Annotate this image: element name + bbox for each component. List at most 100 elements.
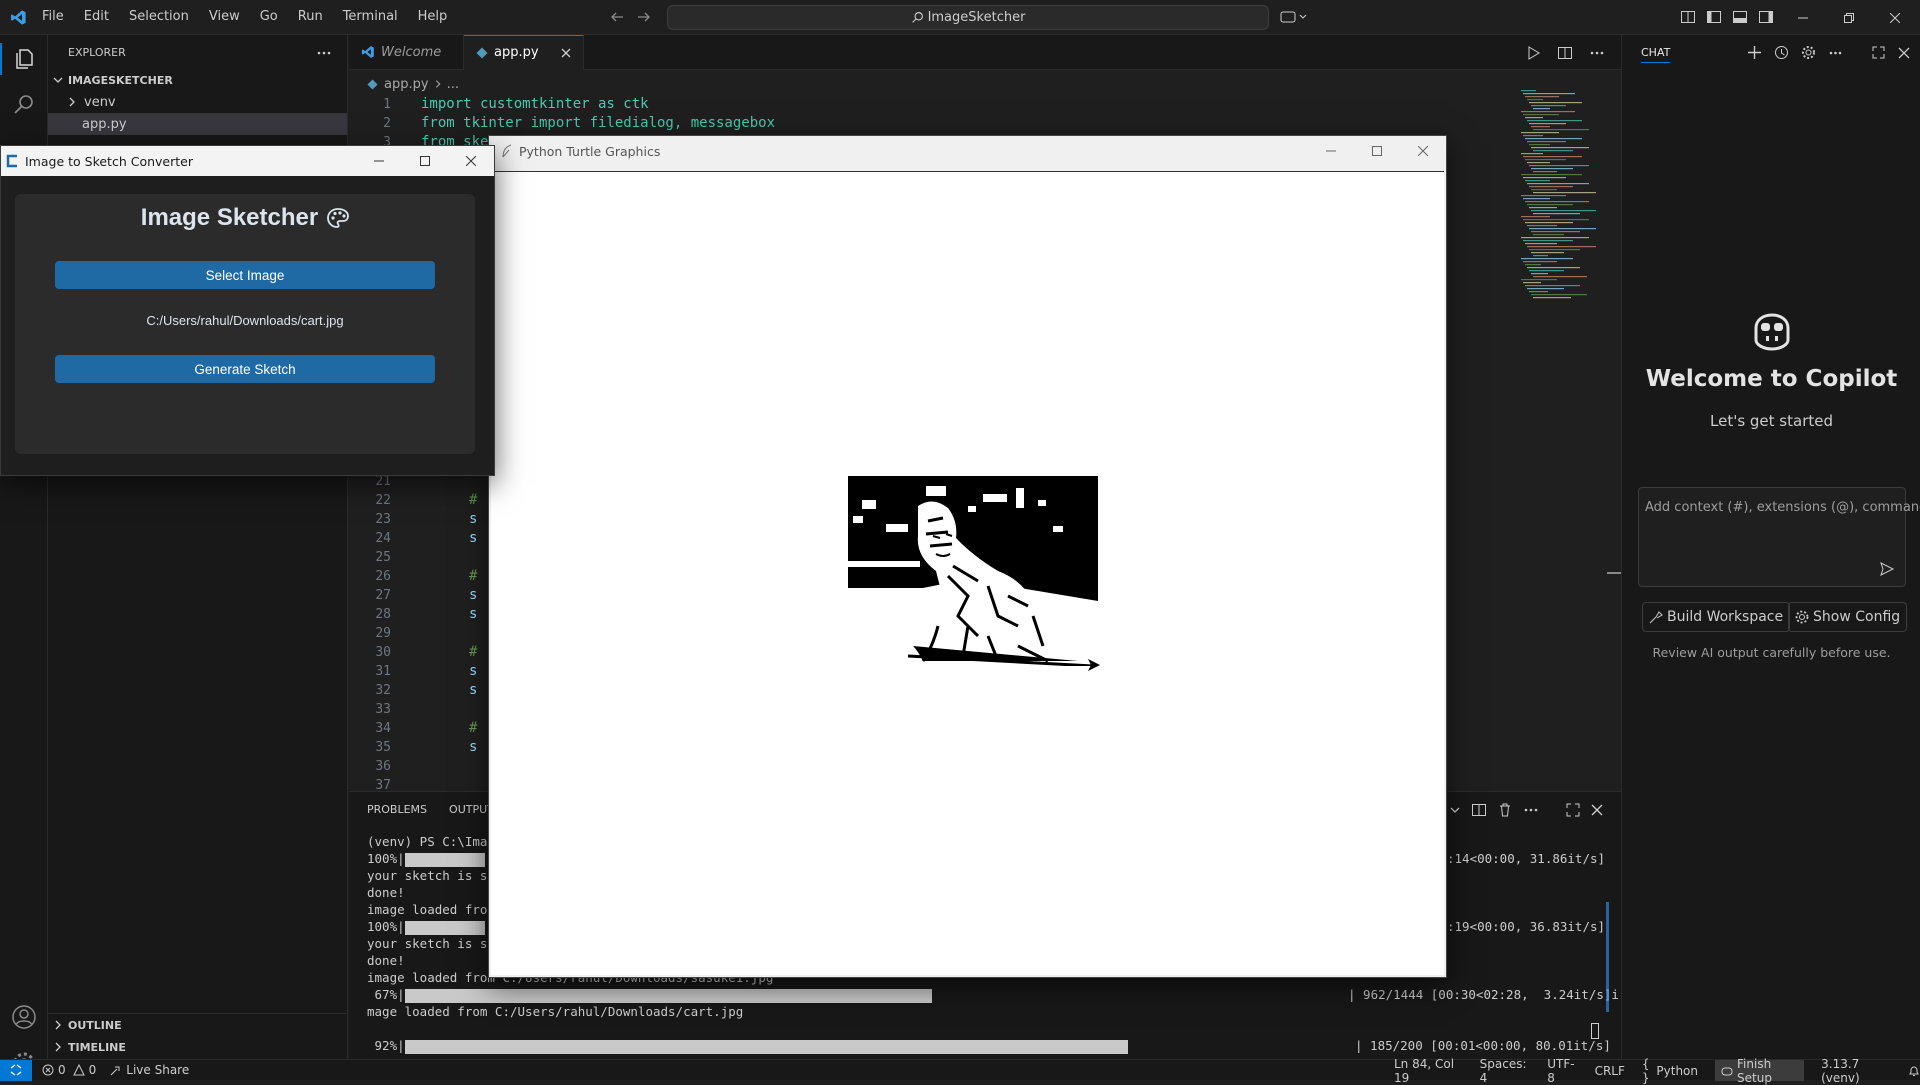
- trash-icon[interactable]: [1497, 802, 1513, 818]
- chevron-down-icon[interactable]: [1449, 804, 1461, 816]
- minimize-icon[interactable]: [1780, 0, 1826, 35]
- tree-item-label: venv: [84, 94, 116, 110]
- menu-view[interactable]: View: [209, 9, 240, 24]
- tab-problems[interactable]: PROBLEMS: [367, 803, 427, 816]
- close-icon[interactable]: [448, 146, 494, 176]
- minimap-line: [1529, 207, 1557, 209]
- problems-status[interactable]: 0 0: [42, 1063, 96, 1077]
- more-actions-icon[interactable]: [1828, 45, 1843, 60]
- remote-indicator[interactable]: [0, 1059, 32, 1081]
- code-text[interactable]: s: [469, 738, 477, 757]
- tab-welcome[interactable]: Welcome: [349, 34, 464, 70]
- history-icon[interactable]: [1774, 45, 1789, 60]
- code-text[interactable]: s: [469, 586, 477, 605]
- code-text[interactable]: s: [469, 529, 477, 548]
- line-ending[interactable]: CRLF: [1595, 1064, 1625, 1078]
- menu-go[interactable]: Go: [260, 9, 278, 24]
- code-text[interactable]: #: [469, 491, 477, 510]
- split-editor-icon[interactable]: [1557, 45, 1573, 61]
- chat-input[interactable]: Add context (#), extensions (@), command…: [1638, 487, 1920, 587]
- python-interpreter[interactable]: 3.13.7 (venv): [1821, 1057, 1891, 1085]
- maximize-panel-icon[interactable]: [1565, 802, 1581, 818]
- copilot-icon: [1721, 1065, 1733, 1077]
- chat-header[interactable]: CHAT: [1641, 46, 1671, 63]
- toggle-sidebar-icon[interactable]: [1706, 9, 1722, 25]
- generate-sketch-button[interactable]: Generate Sketch: [55, 355, 435, 383]
- menu-terminal[interactable]: Terminal: [343, 9, 398, 24]
- maximize-icon[interactable]: [402, 146, 448, 176]
- sketcher-titlebar[interactable]: Image to Sketch Converter: [1, 146, 494, 176]
- select-image-button[interactable]: Select Image: [55, 261, 435, 289]
- code-text[interactable]: s: [469, 681, 477, 700]
- close-panel-icon[interactable]: [1591, 804, 1603, 816]
- menu-run[interactable]: Run: [298, 9, 323, 24]
- minimize-icon[interactable]: [356, 146, 402, 176]
- back-arrow-icon[interactable]: [609, 9, 625, 25]
- menu-selection[interactable]: Selection: [129, 9, 189, 24]
- project-folder[interactable]: IMAGESKETCHER: [48, 69, 347, 91]
- language-mode[interactable]: { } Python: [1642, 1057, 1698, 1085]
- copilot-menu-icon[interactable]: [1280, 9, 1308, 25]
- toggle-panel-icon[interactable]: [1732, 9, 1748, 25]
- close-icon[interactable]: [1872, 0, 1918, 35]
- search-icon[interactable]: [12, 93, 36, 117]
- bell-icon[interactable]: [1908, 1065, 1920, 1077]
- run-icon[interactable]: [1525, 45, 1541, 61]
- restore-icon[interactable]: [1826, 0, 1872, 35]
- code-text[interactable]: #: [469, 643, 477, 662]
- outline-section[interactable]: OUTLINE: [48, 1014, 347, 1036]
- account-icon[interactable]: [11, 1004, 37, 1030]
- minimap-line: [1533, 150, 1573, 152]
- minimize-icon[interactable]: [1308, 136, 1354, 166]
- encoding[interactable]: UTF-8: [1547, 1057, 1577, 1085]
- menu-file[interactable]: File: [42, 9, 64, 24]
- code-text[interactable]: #: [469, 567, 477, 586]
- more-actions-icon[interactable]: [1523, 802, 1539, 818]
- tree-item-venv[interactable]: venv: [48, 91, 347, 113]
- send-icon[interactable]: [1879, 561, 1895, 577]
- new-chat-icon[interactable]: [1747, 45, 1762, 60]
- live-share-status[interactable]: Live Share: [110, 1063, 189, 1077]
- more-actions-icon[interactable]: [1589, 45, 1605, 61]
- breadcrumb-file[interactable]: app.py: [384, 77, 429, 92]
- terminal-scrollbar[interactable]: [1606, 902, 1609, 1012]
- breadcrumb-symbol[interactable]: ...: [447, 77, 459, 92]
- code-view-lower: 21 22 #23 s 24 s 25 26 #27 s 28 s 29 30 #31 s 32 s 33 34 #35…: [349, 472, 477, 795]
- code-text[interactable]: s: [469, 662, 477, 681]
- outline-label: OUTLINE: [68, 1018, 122, 1032]
- turtle-canvas[interactable]: [491, 171, 1444, 975]
- build-workspace-button[interactable]: Build Workspace: [1642, 602, 1791, 632]
- menu-edit[interactable]: Edit: [84, 9, 109, 24]
- code-text[interactable]: #: [469, 719, 477, 738]
- maximize-icon[interactable]: [1871, 45, 1886, 60]
- code-text[interactable]: s: [469, 510, 477, 529]
- sketcher-window-title: Image to Sketch Converter: [25, 153, 193, 169]
- more-actions-icon[interactable]: [316, 45, 332, 61]
- close-icon[interactable]: [1400, 136, 1446, 166]
- toggle-secondary-sidebar-icon[interactable]: [1758, 9, 1774, 25]
- close-icon[interactable]: [1898, 47, 1910, 59]
- timeline-section[interactable]: TIMELINE: [48, 1036, 347, 1058]
- settings-gear-icon[interactable]: [1801, 45, 1816, 60]
- command-center-search[interactable]: ImageSketcher: [667, 5, 1269, 30]
- menu-help[interactable]: Help: [418, 9, 448, 24]
- code-text[interactable]: s: [469, 605, 477, 624]
- minimap[interactable]: [1519, 90, 1609, 300]
- show-config-button[interactable]: Show Config: [1788, 602, 1908, 632]
- editor-actions: [1525, 45, 1605, 61]
- code-text[interactable]: import customtkinter as ctk: [421, 95, 649, 114]
- tree-item-app-py[interactable]: app.py: [48, 113, 347, 135]
- explorer-icon[interactable]: [12, 47, 36, 71]
- code-text[interactable]: from tkinter import filedialog, messageb…: [421, 114, 775, 133]
- turtle-titlebar[interactable]: Python Turtle Graphics: [489, 136, 1446, 166]
- tab-app-py[interactable]: app.py: [464, 34, 584, 70]
- customize-layout-icon[interactable]: [1680, 9, 1696, 25]
- maximize-icon[interactable]: [1354, 136, 1400, 166]
- finish-setup-button[interactable]: Finish Setup: [1715, 1057, 1805, 1085]
- indentation[interactable]: Spaces: 4: [1480, 1057, 1531, 1085]
- split-terminal-icon[interactable]: [1471, 802, 1487, 818]
- forward-arrow-icon[interactable]: [636, 9, 652, 25]
- cursor-position[interactable]: Ln 84, Col 19: [1394, 1057, 1463, 1085]
- copilot-logo-icon: [1750, 312, 1794, 352]
- close-tab-icon[interactable]: [561, 48, 571, 58]
